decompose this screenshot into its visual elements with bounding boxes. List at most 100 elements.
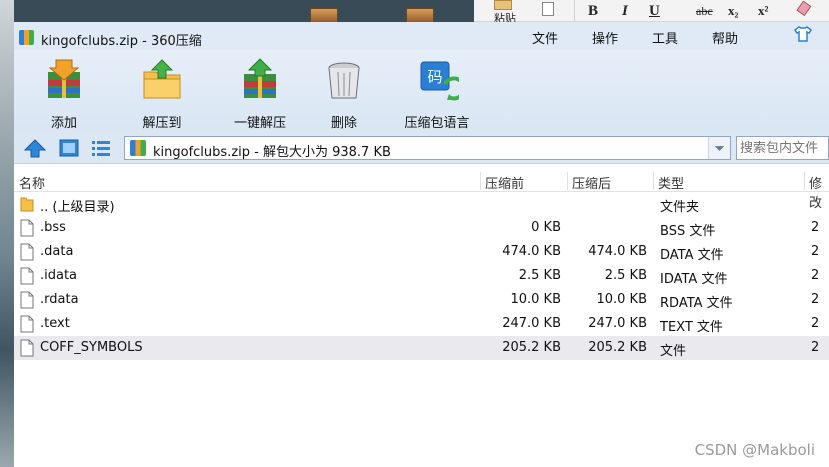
desktop-background [0, 0, 14, 467]
table-row[interactable]: .text 247.0 KB 247.0 KB TEXT 文件 2 [14, 312, 829, 336]
add-archive-icon [48, 59, 80, 98]
extract-folder-icon [143, 59, 181, 99]
modified-date: 2 [811, 316, 820, 331]
extract-to-label: 解压到 [142, 116, 182, 131]
file-name: .rdata [40, 292, 79, 307]
skin-shirt-icon[interactable] [794, 26, 812, 42]
menu-help[interactable]: 帮助 [712, 28, 738, 47]
background-thumbnail [406, 8, 434, 22]
file-name: .. (上级目录) [40, 200, 115, 215]
one-click-extract-icon [244, 58, 276, 98]
table-row[interactable]: .bss 0 KB BSS 文件 2 [14, 216, 829, 240]
file-name: .text [40, 316, 70, 331]
window-title: kingofclubs.zip - 360压缩 [41, 34, 202, 49]
delete-label: 删除 [330, 116, 357, 131]
packed-size: 10.0 KB [510, 292, 561, 307]
menu-operation[interactable]: 操作 [592, 28, 618, 47]
modified-date: 2 [811, 220, 820, 235]
packed-size: 2.5 KB [518, 268, 561, 283]
file-type: 文件 [660, 344, 687, 359]
search-input[interactable] [737, 137, 828, 159]
file-icon [20, 291, 34, 309]
address-bar: kingofclubs.zip - 解包大小为 938.7 KB [14, 130, 829, 164]
table-row[interactable]: .rdata 10.0 KB 10.0 KB RDATA 文件 2 [14, 288, 829, 312]
unpacked-size: 474.0 KB [588, 244, 647, 259]
archive-window: kingofclubs.zip - 360压缩 文件 操作 工具 帮助 添加 解… [14, 22, 829, 467]
background-thumbnail [310, 8, 338, 22]
background-word-ribbon: 粘贴 B I U abc x₂ x² [474, 0, 829, 25]
unpacked-size: 247.0 KB [588, 316, 647, 331]
file-type: TEXT 文件 [660, 320, 723, 335]
superscript-button[interactable]: x² [758, 0, 768, 22]
packed-size: 474.0 KB [502, 244, 561, 259]
menu-file[interactable]: 文件 [532, 28, 558, 47]
folder-icon [20, 197, 34, 212]
file-type: BSS 文件 [660, 224, 716, 239]
file-name: COFF_SYMBOLS [40, 340, 143, 355]
toolbar: 添加 解压到 一键解压 删除 码 压缩包语言 [14, 50, 829, 131]
modified-date: 2 [811, 244, 820, 259]
italic-button[interactable]: I [622, 0, 628, 22]
bold-button[interactable]: B [588, 0, 598, 22]
app-icon [19, 30, 34, 45]
svg-text:码: 码 [427, 68, 442, 86]
file-type: 文件夹 [660, 200, 700, 215]
modified-date: 2 [811, 292, 820, 307]
unpacked-size: 205.2 KB [588, 340, 647, 355]
file-list-header: 名称 压缩前 压缩后 类型 修改 [14, 170, 829, 211]
path-field[interactable]: kingofclubs.zip - 解包大小为 938.7 KB [124, 136, 731, 160]
table-row-parent-dir[interactable]: .. (上级目录) 文件夹 [14, 192, 829, 216]
file-name: .data [40, 244, 74, 259]
table-row[interactable]: .idata 2.5 KB 2.5 KB IDATA 文件 2 [14, 264, 829, 288]
archive-language-button[interactable]: 码 压缩包语言 [397, 58, 477, 131]
packed-size: 205.2 KB [502, 340, 561, 355]
packed-size: 0 KB [531, 220, 561, 235]
modified-date: 2 [811, 268, 820, 283]
archive-language-label: 压缩包语言 [404, 116, 470, 131]
zip-file-icon [130, 140, 146, 156]
file-icon [20, 243, 34, 261]
file-icon [20, 267, 34, 285]
archive-language-icon: 码 [420, 61, 466, 101]
column-name[interactable]: 名称 [19, 173, 45, 192]
file-type: RDATA 文件 [660, 296, 733, 311]
watermark: CSDN @Makboli [694, 441, 815, 459]
trash-bin-icon [328, 62, 360, 99]
modified-date: 2 [811, 340, 820, 355]
large-icon-view-icon[interactable] [58, 138, 80, 158]
one-click-extract-button[interactable]: 一键解压 [224, 58, 296, 131]
titlebar: kingofclubs.zip - 360压缩 文件 操作 工具 帮助 [14, 22, 829, 50]
chevron-down-icon[interactable] [708, 137, 730, 159]
file-icon [20, 315, 34, 333]
packed-size: 247.0 KB [502, 316, 561, 331]
extract-to-button[interactable]: 解压到 [126, 58, 198, 131]
table-row-selected[interactable]: COFF_SYMBOLS 205.2 KB 205.2 KB 文件 2 [14, 336, 829, 360]
delete-button[interactable]: 删除 [308, 58, 380, 131]
search-box[interactable] [736, 136, 829, 160]
subscript-button[interactable]: x₂ [728, 0, 738, 22]
strikethrough-button[interactable]: abc [696, 0, 713, 22]
column-unpacked-size[interactable]: 压缩后 [572, 173, 611, 192]
menu-tools[interactable]: 工具 [652, 28, 678, 47]
paste-icon [494, 0, 512, 10]
file-name: .idata [40, 268, 78, 283]
add-label: 添加 [50, 116, 77, 131]
underline-button[interactable]: U [649, 0, 660, 22]
file-icon [20, 219, 34, 237]
up-level-icon[interactable] [24, 138, 46, 158]
add-button[interactable]: 添加 [28, 58, 100, 131]
column-type[interactable]: 类型 [658, 173, 684, 192]
unpacked-size: 10.0 KB [596, 292, 647, 307]
file-icon [20, 339, 34, 357]
file-type: DATA 文件 [660, 248, 724, 263]
copy-icon [542, 2, 554, 16]
file-type: IDATA 文件 [660, 272, 728, 287]
table-row[interactable]: .data 474.0 KB 474.0 KB DATA 文件 2 [14, 240, 829, 264]
file-name: .bss [40, 220, 66, 235]
eraser-icon[interactable] [794, 1, 814, 21]
background-window-strip [14, 0, 474, 22]
unpacked-size: 2.5 KB [604, 268, 647, 283]
column-packed-size[interactable]: 压缩前 [485, 173, 524, 192]
one-click-extract-label: 一键解压 [233, 116, 286, 131]
list-view-icon[interactable] [90, 138, 112, 158]
